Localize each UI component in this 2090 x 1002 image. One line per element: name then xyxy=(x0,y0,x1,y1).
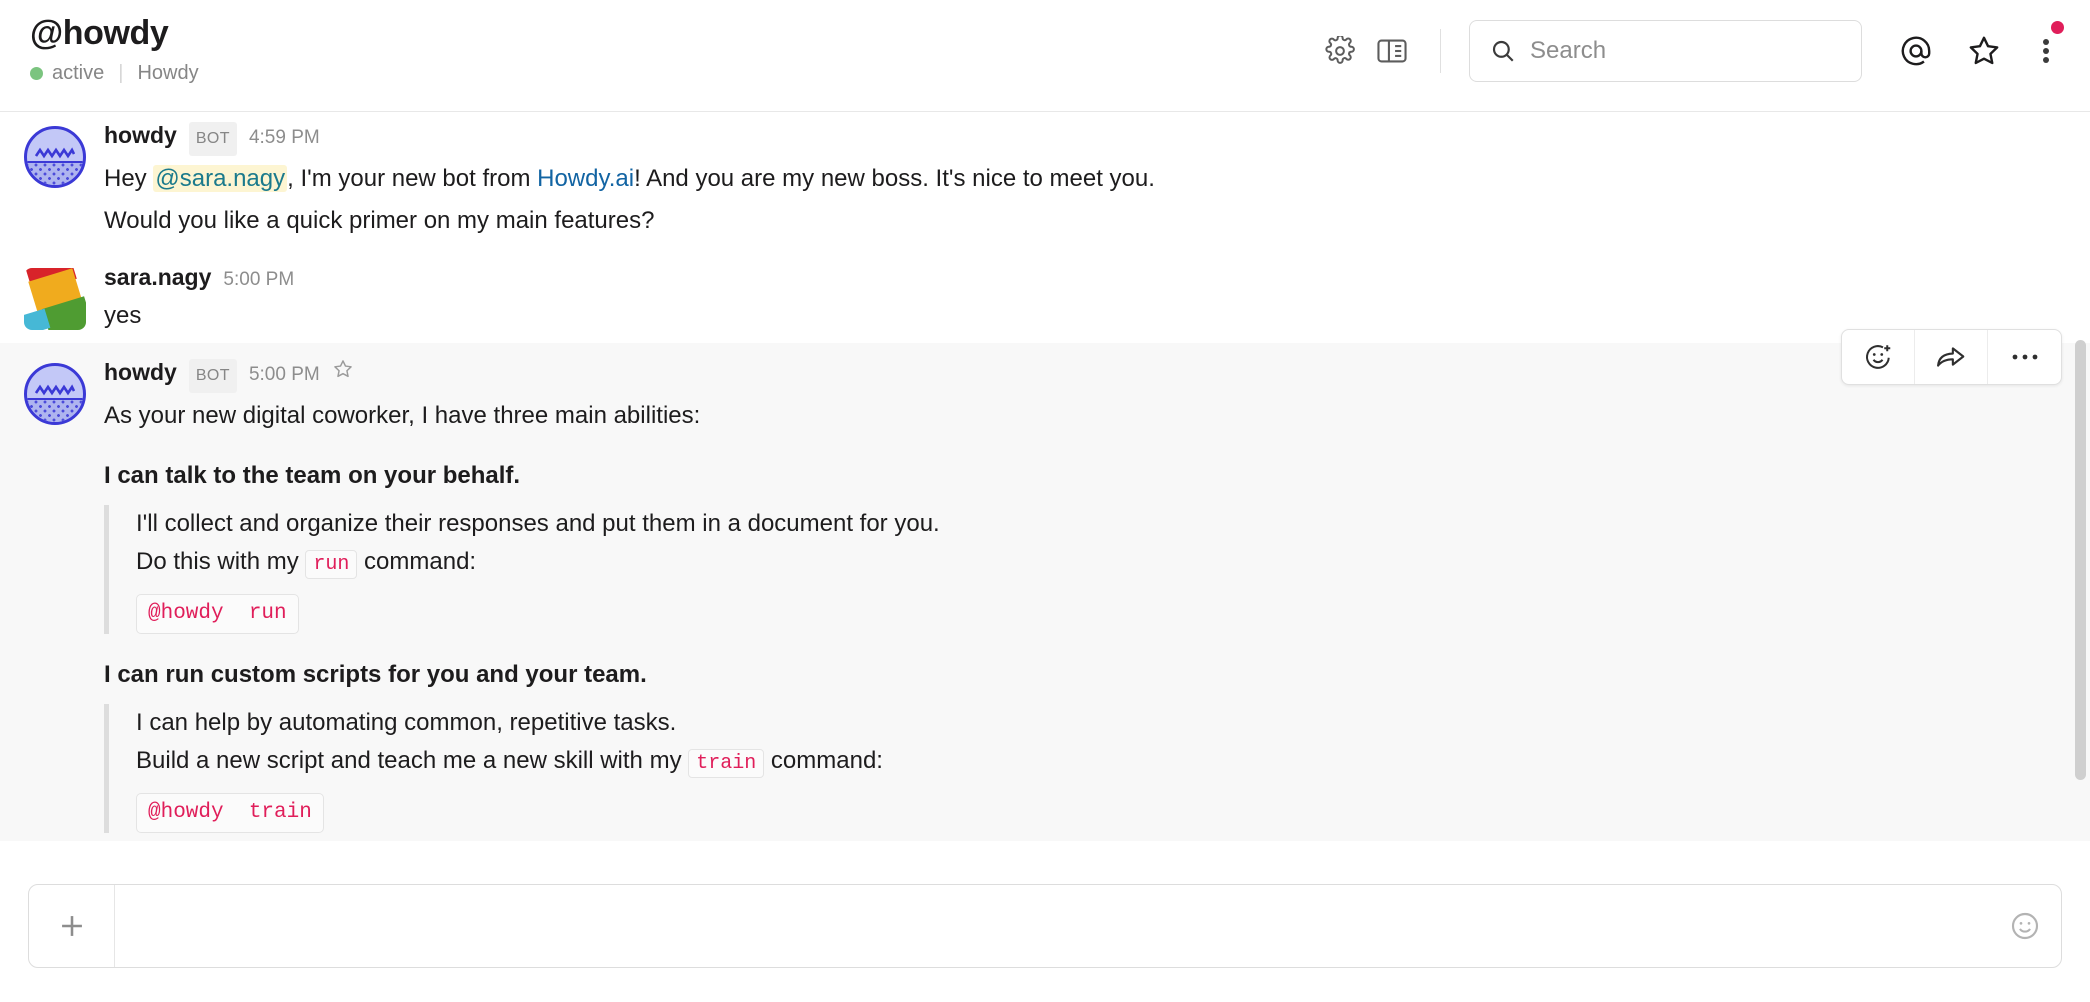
composer-area xyxy=(0,866,2090,1002)
message-item-hovered: howdy BOT 5:00 PM As your new digital co… xyxy=(0,329,2090,841)
notification-badge xyxy=(2051,21,2064,34)
avatar-column xyxy=(24,262,100,335)
slack-app-window: @howdy active | Howdy Search howdy BOT 4… xyxy=(0,0,2090,1002)
avatar-column xyxy=(24,120,100,240)
text-fragment: , I'm your new bot from xyxy=(287,165,538,192)
channel-subtitle: active | Howdy xyxy=(30,60,199,86)
bot-badge: BOT xyxy=(188,359,237,393)
text-fragment: ! And you are my new boss. It's nice to … xyxy=(634,165,1155,192)
text-fragment: Hey xyxy=(104,165,154,192)
message-header: howdy BOT 5:00 PM xyxy=(104,357,2066,393)
inline-code: run xyxy=(305,550,358,579)
message-author[interactable]: sara.nagy xyxy=(104,262,211,292)
plus-icon xyxy=(61,916,82,936)
meta-divider: | xyxy=(118,62,124,84)
message-intro-line: As your new digital coworker, I have thr… xyxy=(104,402,701,429)
save-message-star-icon[interactable] xyxy=(332,358,354,380)
message-list: howdy BOT 4:59 PM Hey @sara.nagy, I'm yo… xyxy=(0,112,2090,866)
message-author[interactable]: howdy xyxy=(104,120,177,150)
emoji-icon xyxy=(2011,912,2039,940)
avatar-lower-band xyxy=(27,398,83,422)
scrollbar-thumb[interactable] xyxy=(2075,340,2086,780)
kebab-dot xyxy=(2043,57,2049,63)
bot-badge: BOT xyxy=(188,122,237,156)
app-name-label: Howdy xyxy=(137,62,199,84)
ability-heading: I can talk to the team on your behalf. xyxy=(104,462,521,489)
message-input[interactable] xyxy=(115,885,1989,967)
search-icon xyxy=(1492,40,1514,62)
message-hover-toolbar xyxy=(1841,329,2062,385)
forward-icon[interactable] xyxy=(1915,330,1988,384)
avatar-lower-band xyxy=(27,161,83,185)
gear-icon[interactable] xyxy=(1314,25,1366,77)
command-code-block[interactable]: @howdy train xyxy=(136,793,324,833)
inline-code: train xyxy=(688,749,765,778)
message-timestamp[interactable]: 5:00 PM xyxy=(249,360,320,390)
message-header: howdy BOT 4:59 PM xyxy=(104,120,2066,156)
ability-quote-block: I can help by automating common, repetit… xyxy=(104,704,2066,833)
howdy-bot-avatar[interactable] xyxy=(24,363,86,425)
page-title[interactable]: @howdy xyxy=(30,12,199,54)
star-icon[interactable] xyxy=(1958,25,2010,77)
ability-quote-block: I'll collect and organize their response… xyxy=(104,505,2066,634)
text-fragment: command: xyxy=(764,747,883,774)
kebab-menu-icon[interactable] xyxy=(2026,21,2066,77)
avatar-column xyxy=(24,357,100,833)
add-attachment-button[interactable] xyxy=(29,885,115,967)
header-right-icon-group xyxy=(1890,21,2066,77)
kebab-dot xyxy=(2043,48,2049,54)
zigzag-icon xyxy=(35,147,75,159)
search-input[interactable]: Search xyxy=(1469,20,1862,82)
message-header: sara.nagy 5:00 PM xyxy=(104,262,2066,295)
header-divider xyxy=(1440,29,1441,73)
kebab-dot xyxy=(2043,39,2049,45)
at-mentions-icon[interactable] xyxy=(1890,25,1942,77)
channel-header: @howdy active | Howdy Search xyxy=(0,0,2090,112)
sara-nagy-avatar[interactable] xyxy=(24,268,86,330)
presence-indicator-icon xyxy=(30,66,43,80)
zigzag-icon xyxy=(35,384,75,396)
user-mention[interactable]: @sara.nagy xyxy=(153,165,288,192)
message-body: sara.nagy 5:00 PM yes xyxy=(100,262,2066,335)
header-actions: Search xyxy=(1314,0,2066,82)
message-text-line: Hey @sara.nagy, I'm your new bot from Ho… xyxy=(104,160,2066,198)
ability-command-line: Build a new script and teach me a new sk… xyxy=(136,742,2066,783)
presence-label: active xyxy=(52,62,105,84)
message-composer[interactable] xyxy=(28,884,2062,968)
text-fragment: Do this with my xyxy=(136,548,306,575)
channel-info: @howdy active | Howdy xyxy=(24,0,199,86)
message-item: sara.nagy 5:00 PM yes xyxy=(0,248,2090,343)
message-body: howdy BOT 5:00 PM As your new digital co… xyxy=(100,329,2066,833)
message-text-line: Would you like a quick primer on my main… xyxy=(104,207,655,234)
emoji-picker-button[interactable] xyxy=(1989,885,2061,967)
external-link[interactable]: Howdy.ai xyxy=(537,165,634,192)
more-actions-icon[interactable] xyxy=(1988,330,2061,384)
message-list-scrollbar[interactable] xyxy=(2075,230,2086,866)
message-text-line: yes xyxy=(104,302,142,329)
message-timestamp[interactable]: 4:59 PM xyxy=(249,123,320,153)
command-code-block[interactable]: @howdy run xyxy=(136,594,299,634)
split-view-icon[interactable] xyxy=(1366,25,1418,77)
text-fragment: command: xyxy=(357,548,477,575)
howdy-bot-avatar[interactable] xyxy=(24,126,86,188)
ability-detail-line: I'll collect and organize their response… xyxy=(136,510,940,537)
add-reaction-icon[interactable] xyxy=(1842,330,1915,384)
text-fragment: Build a new script and teach me a new sk… xyxy=(136,747,689,774)
ability-detail-line: I can help by automating common, repetit… xyxy=(136,709,677,736)
message-timestamp[interactable]: 5:00 PM xyxy=(223,265,294,295)
message-item: howdy BOT 4:59 PM Hey @sara.nagy, I'm yo… xyxy=(0,112,2090,248)
ability-command-line: Do this with my run command: xyxy=(136,543,2066,584)
message-author[interactable]: howdy xyxy=(104,357,177,387)
message-body: howdy BOT 4:59 PM Hey @sara.nagy, I'm yo… xyxy=(100,120,2066,240)
ability-heading: I can run custom scripts for you and you… xyxy=(104,661,647,688)
search-placeholder: Search xyxy=(1530,37,1607,64)
